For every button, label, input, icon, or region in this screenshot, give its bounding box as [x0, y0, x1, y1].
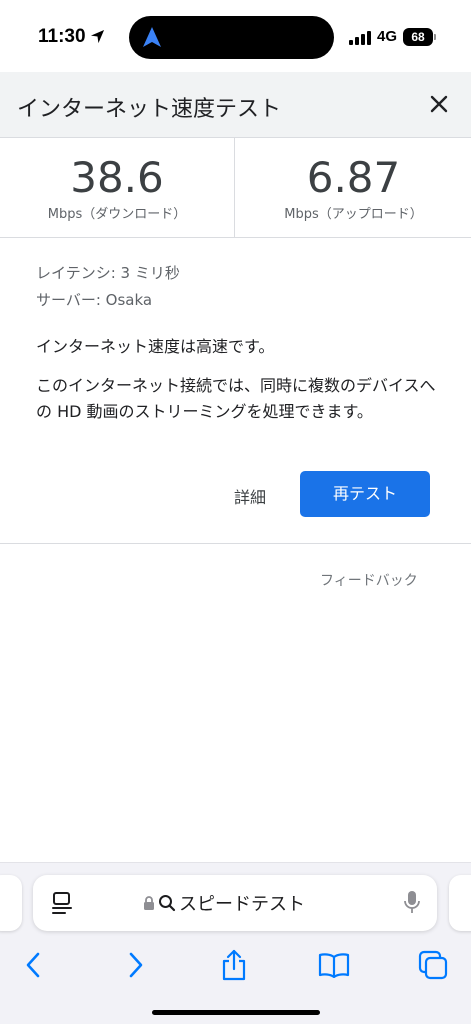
address-display[interactable]: スピードテスト [143, 891, 305, 915]
home-indicator [152, 1010, 320, 1015]
page-title: インターネット速度テスト [17, 97, 282, 122]
download-unit: Mbps（ダウンロード） [47, 207, 187, 222]
upload-unit: Mbps（アップロード） [284, 207, 423, 222]
share-icon [222, 949, 246, 981]
upload-speed: 6.87 Mbps（アップロード） [236, 138, 471, 238]
previous-tab-preview[interactable] [0, 875, 22, 931]
server-text: サーバー: Osaka [36, 291, 153, 309]
signal-bars-icon [349, 31, 373, 45]
address-text: スピードテスト [179, 894, 305, 915]
status-time: 11:30 [38, 26, 86, 47]
forward-button[interactable] [114, 943, 158, 987]
speedtest-header: インターネット速度テスト [0, 72, 471, 138]
location-arrow-icon [90, 29, 105, 44]
back-button[interactable] [11, 943, 55, 987]
feedback-link[interactable]: フィードバック [320, 570, 418, 590]
download-value: 38.6 [70, 153, 164, 202]
speed-results: 38.6 Mbps（ダウンロード） 6.87 Mbps（アップロード） [0, 138, 471, 238]
forward-icon [129, 952, 143, 978]
bookmarks-button[interactable] [312, 943, 356, 987]
dynamic-island [129, 16, 334, 59]
search-icon [159, 895, 176, 912]
network-type: 4G [377, 28, 398, 45]
battery-cap [434, 34, 436, 40]
download-speed: 38.6 Mbps（ダウンロード） [0, 138, 235, 238]
tabs-button[interactable] [411, 943, 455, 987]
browser-toolbar [0, 943, 471, 987]
mic-icon[interactable] [403, 890, 421, 916]
latency-text: レイテンシ: 3 ミリ秒 [36, 264, 180, 282]
lock-icon [144, 895, 154, 910]
details-button[interactable]: 詳細 [234, 484, 266, 508]
upload-value: 6.87 [306, 153, 401, 202]
address-bar[interactable]: スピードテスト [33, 875, 437, 931]
next-tab-preview[interactable] [449, 875, 471, 931]
close-icon[interactable] [427, 92, 451, 116]
speed-description: このインターネット接続では、同時に複数のデバイスへの HD 動画のストリーミング… [36, 376, 436, 421]
tabs-icon [418, 950, 448, 980]
navigation-arrow-icon [143, 27, 161, 47]
battery-icon: 68 [403, 28, 433, 46]
result-details: レイテンシ: 3 ミリ秒 サーバー: Osaka インターネット速度は高速です。… [0, 238, 471, 544]
browser-bottom-bar: スピードテスト [0, 862, 471, 1024]
status-bar: 11:30 4G 68 [0, 0, 471, 72]
share-button[interactable] [212, 943, 256, 987]
speed-summary: インターネット速度は高速です。 [36, 337, 275, 356]
retest-button[interactable]: 再テスト [300, 471, 430, 517]
back-icon [26, 952, 40, 978]
bookmarks-icon [318, 953, 350, 978]
reader-icon[interactable] [51, 891, 73, 915]
